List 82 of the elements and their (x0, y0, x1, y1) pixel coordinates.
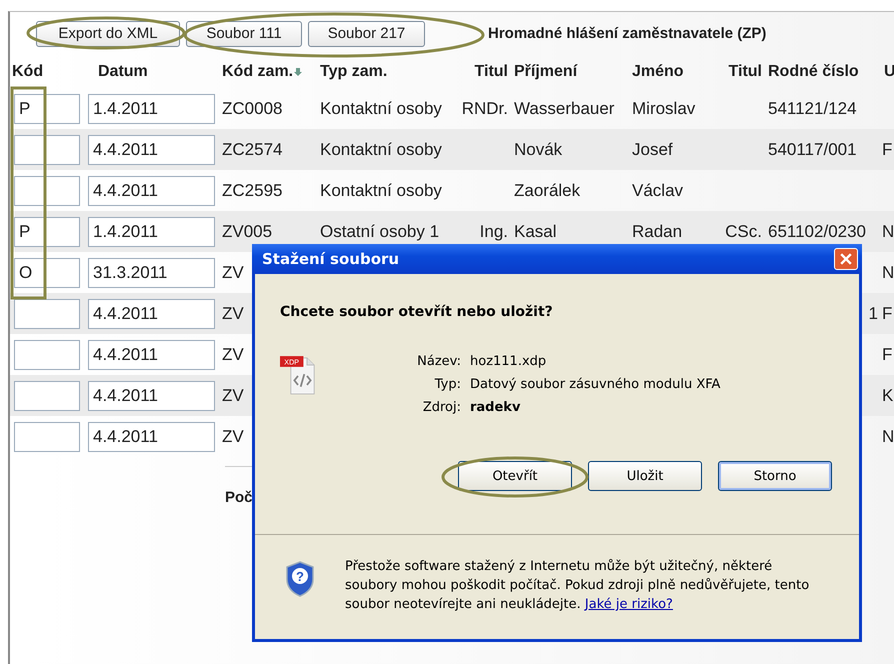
table-cell: N (882, 262, 894, 282)
table-cell: Ostatní osoby 1 (320, 222, 440, 240)
table-cell: Ing. (480, 222, 508, 240)
code-field[interactable] (14, 422, 80, 452)
dialog-question: Chcete soubor otevřít nebo uložit? (280, 304, 554, 320)
date-field[interactable]: 31.3.2011 (88, 258, 215, 288)
date-field[interactable]: 1.4.2011 (88, 94, 215, 124)
field-label: Název: (416, 354, 461, 369)
column-header[interactable]: Příjmení (514, 63, 578, 81)
table-cell: ZV (222, 426, 244, 446)
date-field[interactable]: 1.4.2011 (88, 216, 215, 246)
table-cell: ZC2574 (222, 140, 282, 158)
date-field[interactable]: 4.4.2011 (88, 340, 215, 370)
toolbar-button[interactable]: Soubor 217 (308, 20, 425, 46)
table-cell: 1 (868, 304, 878, 324)
table-cell: ZV (222, 262, 244, 282)
table-cell: 651102/0230 (768, 222, 866, 242)
table-cell: CSc. (725, 222, 762, 240)
table-cell: ZV (222, 344, 244, 364)
table-cell: 540117/001 (768, 140, 857, 160)
table-cell: Novák (514, 140, 562, 158)
date-field[interactable]: 4.4.2011 (88, 298, 215, 328)
table-cell: Václav (632, 180, 684, 200)
table-cell: Josef (632, 140, 673, 158)
code-field[interactable] (14, 340, 80, 370)
code-field[interactable] (14, 380, 80, 410)
dialog-button[interactable]: Otevřít (458, 461, 572, 491)
close-icon (840, 253, 852, 265)
table-cell: RNDr. (462, 98, 508, 118)
field-label: Zdroj: (422, 400, 461, 415)
column-header[interactable]: Titul (474, 63, 508, 81)
date-field[interactable]: 4.4.2011 (88, 134, 215, 164)
field-value: radekv (470, 400, 522, 415)
table-cell: F (882, 140, 892, 158)
dialog-button[interactable]: Uložit (588, 461, 702, 491)
dialog-title: Stažení souboru (262, 250, 400, 268)
column-header[interactable]: Kód (12, 63, 44, 81)
date-field[interactable]: 4.4.2011 (88, 422, 215, 452)
column-header[interactable]: Jméno (632, 63, 684, 81)
toolbar-button[interactable]: Soubor 111 (186, 20, 302, 46)
warning-text: Přestože software stažený z Internetu může být užitečný, některé soubory mohou poškodit počítač. Pokud zdroji plně nedůvěřujete, tento soubor neotevírejte ani neukládejte. Jaké je riziko? (345, 558, 810, 614)
risk-link[interactable]: Jaké je riziko? (584, 597, 673, 612)
column-header[interactable]: Datum (98, 63, 148, 81)
table-cell: Kasal (514, 222, 557, 240)
table-cell: Wasserbauer (514, 98, 614, 118)
date-field[interactable]: 4.4.2011 (88, 380, 215, 410)
column-header[interactable]: Kód zam. (222, 63, 294, 81)
close-button[interactable] (834, 248, 858, 270)
code-field[interactable]: O (14, 258, 80, 288)
table-cell: K (882, 386, 894, 404)
field-value: Datový soubor zásuvného modulu XFA (470, 377, 720, 392)
table-cell: Kontaktní osoby (320, 98, 442, 118)
table-cell: N (882, 426, 894, 446)
column-header[interactable]: Rodné číslo (768, 63, 859, 81)
field-label: Typ: (434, 377, 461, 392)
code-field[interactable]: P (14, 94, 80, 124)
column-header[interactable]: Titul (728, 63, 762, 81)
date-field[interactable]: 4.4.2011 (88, 176, 215, 206)
code-field[interactable]: P (14, 216, 80, 246)
footer-label: Poč (225, 489, 253, 506)
table-cell: N (882, 222, 894, 240)
page-title: Hromadné hlášení zaměstnavatele (ZP) (488, 25, 766, 42)
dialog-button[interactable]: Storno (718, 461, 832, 491)
table-cell: 541121/124 (768, 98, 857, 118)
table-cell: Kontaktní osoby (320, 180, 442, 200)
table-cell: F (882, 344, 892, 364)
code-field[interactable] (14, 298, 80, 328)
shield-question-icon: ? (285, 561, 315, 597)
field-value: hoz111.xdp (470, 354, 548, 369)
code-field[interactable] (14, 134, 80, 164)
table-cell: ZV (222, 386, 244, 404)
table-cell: Miroslav (632, 98, 696, 118)
table-cell: ZC0008 (222, 98, 282, 118)
table-cell: Kontaktní osoby (320, 140, 442, 158)
table-cell: F (882, 304, 892, 322)
code-field[interactable] (14, 176, 80, 206)
column-header[interactable]: Typ zam. (320, 63, 388, 81)
table-cell: ZV005 (222, 222, 272, 240)
table-cell: ZV (222, 304, 244, 322)
table-cell: Radan (632, 222, 682, 240)
table-cell: Zaorálek (514, 180, 580, 200)
table-cell: ZC2595 (222, 180, 282, 200)
